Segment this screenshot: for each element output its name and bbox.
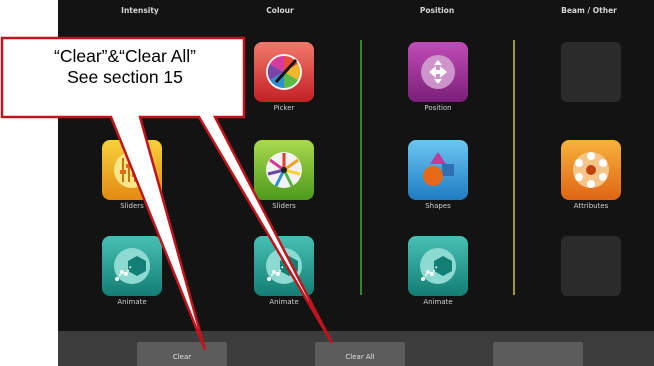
callout-text: “Clear”&“Clear All” See section 15 bbox=[4, 46, 246, 88]
callout-line-2: See section 15 bbox=[67, 67, 183, 87]
callout-line-1: “Clear”&“Clear All” bbox=[54, 46, 196, 66]
